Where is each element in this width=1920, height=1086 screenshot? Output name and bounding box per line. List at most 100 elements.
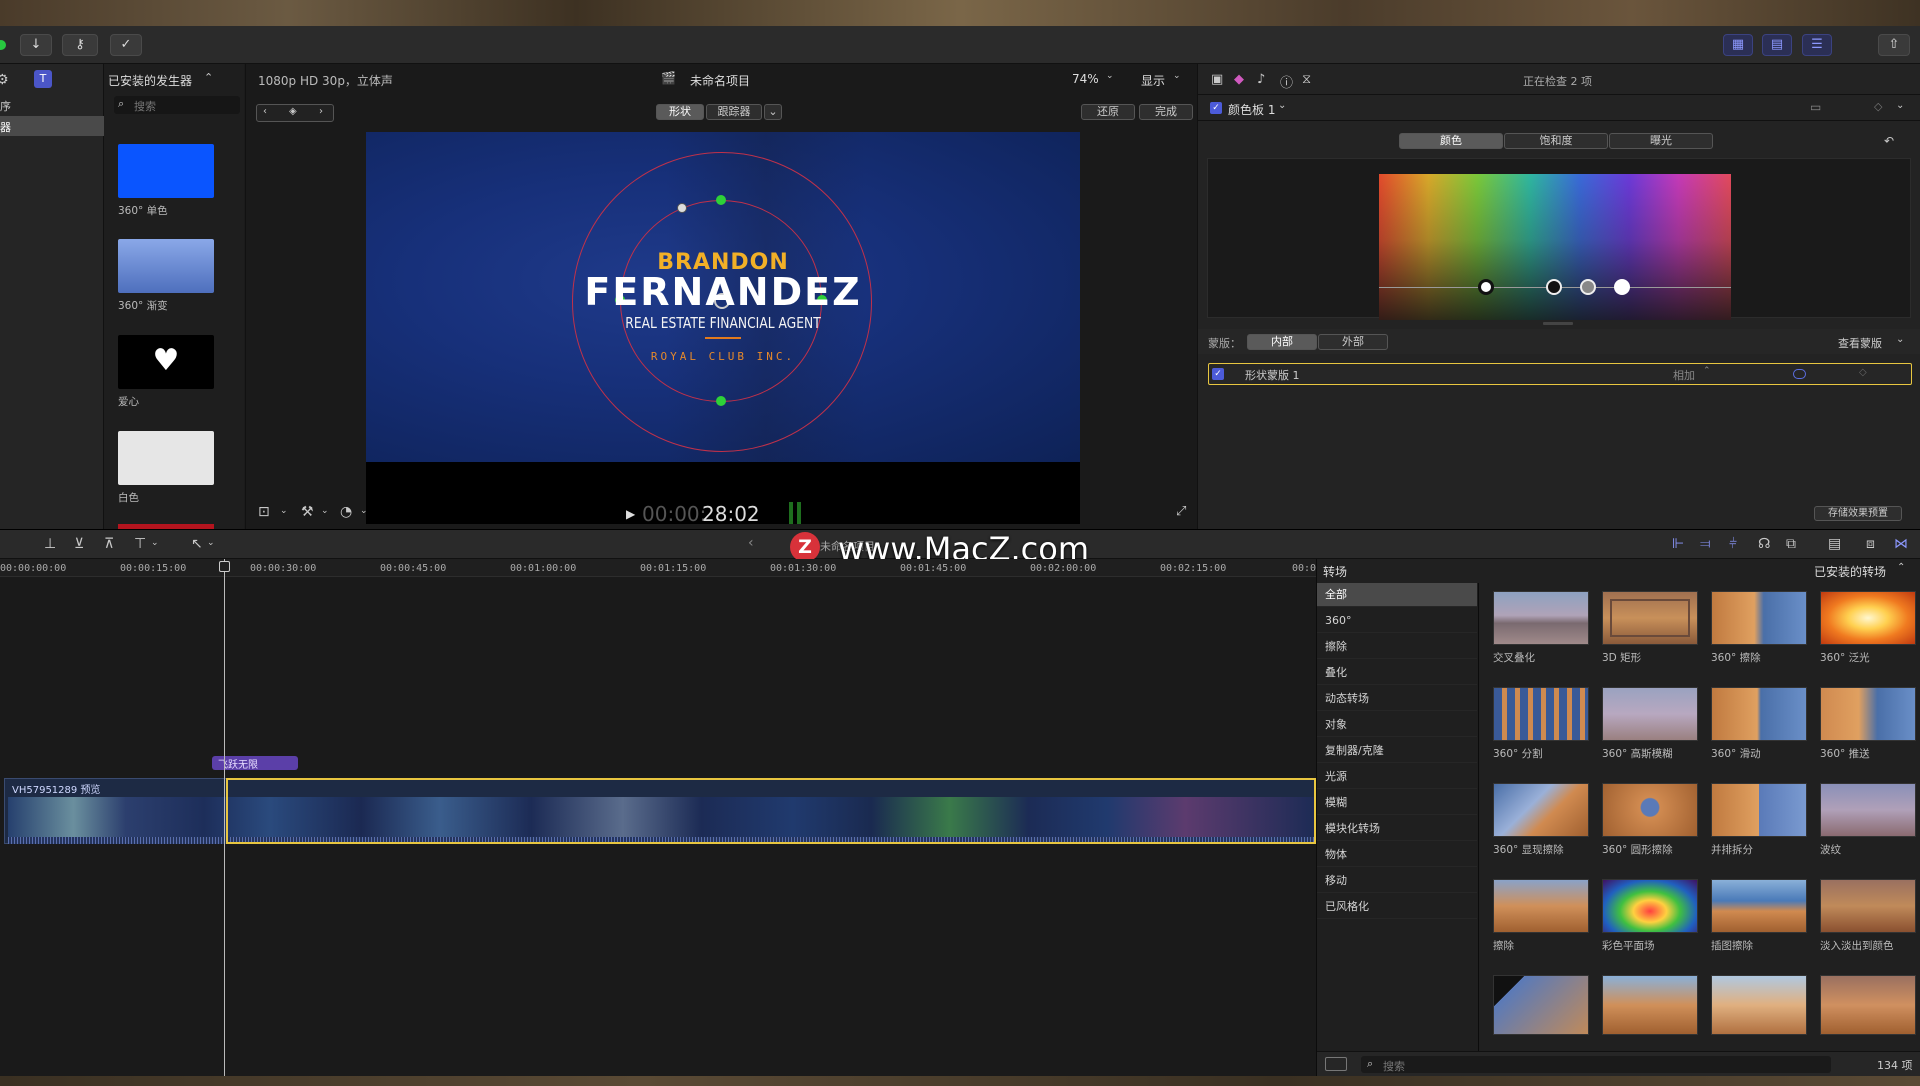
reset-button[interactable]: 还原: [1081, 104, 1135, 120]
inspector-toggle-button[interactable]: ☰: [1802, 34, 1832, 56]
snapping-icon[interactable]: ⧉: [1786, 536, 1796, 552]
fullscreen-icon[interactable]: ⤢: [1176, 504, 1186, 519]
save-effects-preset-button[interactable]: 存储效果预置: [1814, 506, 1902, 521]
timeline[interactable]: 00:00:00:00 00:00:15:00 00:00:30:00 00:0…: [0, 559, 1316, 1076]
category-modular[interactable]: 模块化转场: [1317, 817, 1477, 841]
category-dynamic[interactable]: 动态转场: [1317, 687, 1477, 711]
analysis-button[interactable]: ✓: [110, 34, 142, 56]
transition-thumb[interactable]: [1602, 687, 1698, 741]
transition-thumb[interactable]: [1493, 591, 1589, 645]
done-button[interactable]: 完成: [1139, 104, 1193, 120]
category-wipes[interactable]: 擦除: [1317, 635, 1477, 659]
generator-thumb-white[interactable]: [118, 431, 214, 485]
color-board-menu[interactable]: 颜色板 1: [1228, 101, 1275, 118]
transition-thumb[interactable]: [1820, 591, 1916, 645]
mask-handle-bottom[interactable]: [716, 396, 726, 406]
effects-browser-icon[interactable]: ⧈: [1866, 536, 1875, 552]
color-inspector-icon[interactable]: ◆: [1234, 72, 1244, 87]
transition-thumb[interactable]: [1602, 879, 1698, 933]
resize-handle[interactable]: [1543, 322, 1573, 325]
insert-clip-icon[interactable]: ⊻: [74, 536, 84, 552]
color-board[interactable]: [1379, 174, 1731, 320]
transition-thumb[interactable]: [1602, 591, 1698, 645]
green-window-button[interactable]: [0, 40, 6, 50]
transition-thumb[interactable]: [1820, 687, 1916, 741]
append-clip-icon[interactable]: ⊼: [104, 536, 114, 552]
ellipse-mask-icon[interactable]: [1793, 369, 1806, 379]
blend-mode-menu[interactable]: 相加: [1673, 367, 1695, 383]
transition-thumb[interactable]: [1493, 687, 1589, 741]
keyframe-diamond-icon[interactable]: ◇: [1859, 367, 1867, 378]
video-frame[interactable]: BRANDON FERNANDEZ REAL ESTATE FINANCIAL …: [366, 132, 1080, 524]
titles-icon[interactable]: T: [34, 70, 52, 88]
audio-inspector-icon[interactable]: ♪: [1257, 72, 1265, 87]
sidebar-item-1[interactable]: 序: [0, 98, 11, 114]
playhead-handle[interactable]: [219, 561, 230, 572]
prev-keyframe-icon[interactable]: ‹: [263, 106, 267, 117]
next-keyframe-icon[interactable]: ›: [319, 106, 323, 117]
category-stylized[interactable]: 已风格化: [1317, 895, 1477, 919]
transition-thumb[interactable]: [1820, 879, 1916, 933]
zoom-menu[interactable]: 74%: [1072, 72, 1099, 86]
mask-icon[interactable]: ▭: [1810, 100, 1821, 114]
transition-thumb[interactable]: [1820, 783, 1916, 837]
category-blurs[interactable]: 模糊: [1317, 791, 1477, 815]
transition-thumb[interactable]: [1602, 783, 1698, 837]
search-field[interactable]: ⌕ 搜索: [114, 96, 240, 114]
selected-clip-outline[interactable]: [226, 778, 1316, 844]
generator-thumb-solid[interactable]: [118, 144, 214, 198]
solo-icon[interactable]: ⫩: [1729, 536, 1737, 552]
mask-inner-button[interactable]: 内部: [1247, 334, 1317, 350]
transition-thumb[interactable]: [1820, 975, 1916, 1035]
display-menu[interactable]: 显示: [1141, 72, 1165, 89]
import-button[interactable]: ↓: [20, 34, 52, 56]
media-icon[interactable]: ⚙: [0, 72, 12, 88]
transition-thumb[interactable]: [1711, 591, 1807, 645]
select-tool-icon[interactable]: ↖: [191, 536, 203, 552]
transition-thumb[interactable]: [1493, 879, 1589, 933]
shape-mask-checkbox[interactable]: ✓: [1212, 368, 1224, 380]
shadows-puck[interactable]: [1546, 279, 1562, 295]
view-mask-menu[interactable]: 查看蒙版: [1838, 335, 1882, 351]
info-inspector-icon[interactable]: ⓘ: [1280, 72, 1293, 91]
category-all[interactable]: 全部: [1317, 583, 1477, 607]
generator-thumb-gradient[interactable]: [118, 239, 214, 293]
transition-thumb[interactable]: [1711, 879, 1807, 933]
transition-thumb[interactable]: [1711, 783, 1807, 837]
sidebar-toggle-button[interactable]: [1325, 1057, 1347, 1071]
keyframe-diamond-icon[interactable]: ◇: [1874, 100, 1882, 113]
play-icon[interactable]: ▶: [626, 507, 635, 521]
transition-thumb[interactable]: [1493, 783, 1589, 837]
sidebar-item-2[interactable]: 器: [0, 119, 11, 135]
clip-appearance-icon[interactable]: ▤: [1828, 536, 1841, 552]
transition-thumb[interactable]: [1493, 975, 1589, 1035]
share-button[interactable]: ⇧: [1878, 34, 1910, 56]
category-objects[interactable]: 对象: [1317, 713, 1477, 737]
playhead[interactable]: [224, 559, 225, 1076]
category-lights[interactable]: 光源: [1317, 765, 1477, 789]
transform-icon[interactable]: ⊡: [258, 504, 270, 520]
transition-thumb[interactable]: [1602, 975, 1698, 1035]
mode-shape-button[interactable]: 形状: [656, 104, 704, 120]
enhance-wand-icon[interactable]: ⚒: [301, 504, 314, 520]
generator-browser-title[interactable]: 已安装的发生器: [108, 72, 192, 89]
tab-saturation[interactable]: 饱和度: [1504, 133, 1608, 149]
transitions-browser-icon[interactable]: ⋈: [1894, 536, 1908, 552]
highlights-puck[interactable]: [1614, 279, 1630, 295]
back-icon[interactable]: ‹: [748, 535, 754, 551]
category-replicator[interactable]: 复制器/克隆: [1317, 739, 1477, 763]
transition-thumb[interactable]: [1711, 975, 1807, 1035]
tab-exposure[interactable]: 曝光: [1609, 133, 1713, 149]
mode-menu-chevron[interactable]: ⌄: [764, 104, 782, 120]
transition-inspector-icon[interactable]: ⧖: [1302, 72, 1311, 87]
installed-transitions-menu[interactable]: 已安装的转场: [1814, 563, 1886, 580]
skimming-icon[interactable]: ⊩: [1672, 536, 1684, 552]
browser-toggle-button[interactable]: ▦: [1723, 34, 1753, 56]
sidebar-item-selected[interactable]: [0, 116, 104, 136]
mode-tracker-button[interactable]: 跟踪器: [706, 104, 762, 120]
mask-rotate-handle[interactable]: [677, 203, 687, 213]
category-360[interactable]: 360°: [1317, 609, 1477, 633]
mask-handle-top[interactable]: [716, 195, 726, 205]
master-puck[interactable]: [1478, 279, 1494, 295]
midtones-puck[interactable]: [1580, 279, 1596, 295]
